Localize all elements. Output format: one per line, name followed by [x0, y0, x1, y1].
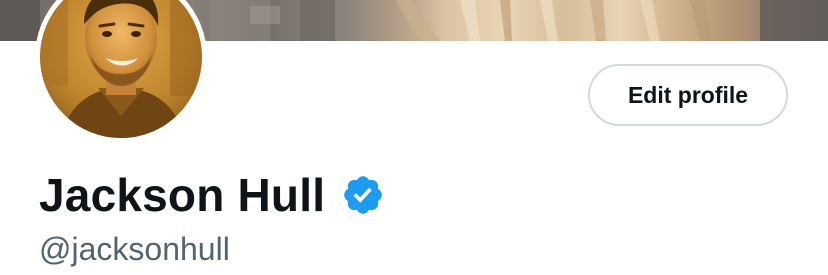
avatar-portrait-art [40, 0, 202, 138]
avatar-photo [40, 0, 202, 138]
edit-profile-button[interactable]: Edit profile [588, 64, 788, 126]
avatar[interactable] [35, 0, 207, 143]
verified-badge-icon[interactable] [341, 173, 385, 217]
profile-header: Edit profile Jackson Hull @jacksonhull [0, 0, 828, 275]
username-handle: @jacksonhull [39, 231, 230, 267]
display-name: Jackson Hull [39, 169, 326, 221]
name-row: Jackson Hull [39, 168, 385, 222]
